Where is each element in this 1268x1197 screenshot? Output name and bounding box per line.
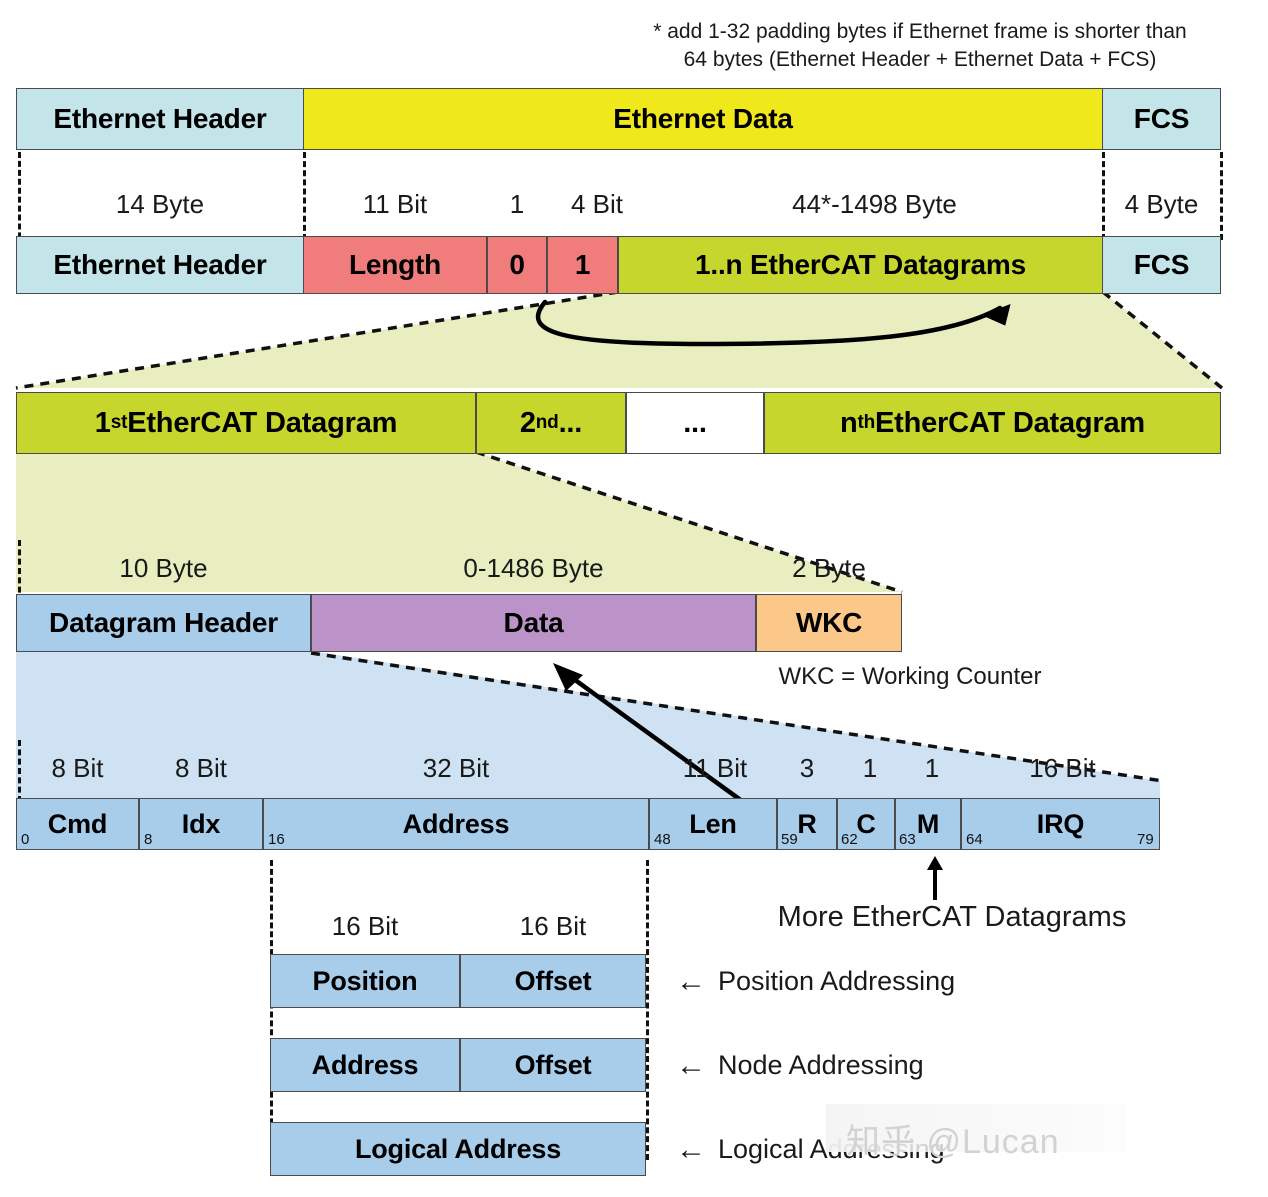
caption-node-addressing-text: Node Addressing — [718, 1050, 924, 1080]
size-reserved-bit: 1 — [509, 188, 525, 219]
size-datagram-header: 10 Byte — [119, 552, 208, 583]
datagram-1st-base: 1 — [94, 406, 111, 439]
more-datagrams-note: More EtherCAT Datagrams — [777, 900, 1127, 933]
datagram-nth-base: n — [839, 406, 858, 439]
size-m: 1 — [924, 752, 940, 783]
caption-logical-addressing: ← Logical Addressing — [676, 1134, 945, 1165]
cell-wkc: WKC — [756, 594, 902, 652]
bitindex-irq-start: 64 — [966, 831, 983, 848]
cell-datagram-header: Datagram Header — [16, 594, 311, 652]
size-type-field: 4 Bit — [570, 188, 624, 219]
size-fcs: 4 Byte — [1124, 188, 1199, 219]
bitindex-m: 63 — [899, 831, 916, 848]
bitindex-len: 48 — [654, 831, 671, 848]
bitindex-cmd: 0 — [21, 831, 30, 848]
bitindex-address: 16 — [268, 831, 285, 848]
left-arrow-icon-node: ← — [676, 1048, 706, 1082]
cell-node-address: Address — [270, 1038, 460, 1092]
left-arrow-icon-logical: ← — [676, 1132, 706, 1166]
size-offset: 16 Bit — [519, 910, 587, 941]
funnel-ethernet-to-datagrams — [15, 292, 1224, 390]
cell-ethercat-datagrams: 1..n EtherCAT Datagrams — [618, 236, 1103, 294]
size-wkc: 2 Byte — [792, 552, 866, 583]
size-irq: 16 Bit — [1029, 752, 1096, 783]
datagram-1st-tail: EtherCAT Datagram — [127, 406, 398, 439]
size-data: 0-1486 Byte — [463, 552, 604, 583]
size-cmd: 8 Bit — [51, 752, 104, 783]
cell-length: Length — [303, 236, 487, 294]
cell-irq: IRQ — [961, 798, 1160, 850]
cell-datagram-1st: 1st EtherCAT Datagram — [16, 392, 476, 454]
size-len: 11 Bit — [682, 752, 748, 783]
datagram-2nd-tail: ... — [558, 406, 583, 439]
caption-position-addressing: ← Position Addressing — [676, 966, 955, 997]
datagram-nth-tail: EtherCAT Datagram — [875, 406, 1146, 439]
cell-fcs-bottom: FCS — [1102, 236, 1221, 294]
size-c: 1 — [862, 752, 878, 783]
cell-fcs-top: FCS — [1102, 88, 1221, 150]
cell-address: Address — [263, 798, 649, 850]
cell-position: Position — [270, 954, 460, 1008]
bitindex-c: 62 — [841, 831, 858, 848]
caption-position-addressing-text: Position Addressing — [718, 966, 956, 996]
size-address: 32 Bit — [422, 752, 490, 783]
bitindex-irq-end: 79 — [1137, 831, 1154, 848]
cell-ethernet-header-bottom: Ethernet Header — [16, 236, 304, 294]
cell-type-one: 1 — [547, 236, 618, 294]
datagram-2nd-base: 2 — [519, 406, 536, 439]
padding-footnote-line2: 64 bytes (Ethernet Header + Ethernet Dat… — [683, 48, 1157, 72]
size-ethercat-datagrams: 44*-1498 Byte — [792, 188, 957, 219]
size-position: 16 Bit — [331, 910, 399, 941]
bitindex-r: 59 — [781, 831, 798, 848]
datagram-nth-sup: th — [857, 412, 876, 433]
size-idx: 8 Bit — [174, 752, 228, 783]
datagram-2nd-sup: nd — [535, 412, 559, 433]
more-datagrams-arrow-icon — [927, 856, 943, 900]
datagram-1st-sup: st — [110, 412, 128, 433]
cell-logical-address: Logical Address — [270, 1122, 646, 1176]
cell-idx: Idx — [139, 798, 263, 850]
cell-ethernet-data: Ethernet Data — [303, 88, 1103, 150]
cell-ethernet-header-top: Ethernet Header — [16, 88, 304, 150]
cell-position-offset: Offset — [460, 954, 646, 1008]
wkc-legend: WKC = Working Counter — [778, 663, 1042, 690]
cell-node-offset: Offset — [460, 1038, 646, 1092]
caption-logical-addressing-text: Logical Addressing — [718, 1134, 945, 1164]
cell-reserved-zero: 0 — [487, 236, 547, 294]
cell-datagram-ellipsis: ... — [626, 392, 764, 454]
cell-cmd: Cmd — [16, 798, 139, 850]
size-ethernet-header: 14 Byte — [115, 188, 205, 219]
left-arrow-icon-position: ← — [676, 964, 706, 998]
caption-node-addressing: ← Node Addressing — [676, 1050, 924, 1081]
cell-datagram-nth: n th EtherCAT Datagram — [764, 392, 1221, 454]
cell-data: Data — [311, 594, 756, 652]
guide-address-right — [646, 860, 649, 1160]
bitindex-idx: 8 — [144, 831, 153, 848]
padding-footnote: * add 1-32 padding bytes if Ethernet fra… — [620, 18, 1220, 75]
cell-datagram-2nd: 2nd... — [476, 392, 626, 454]
size-r: 3 — [799, 752, 815, 783]
ethercat-frame-diagram: * add 1-32 padding bytes if Ethernet fra… — [0, 0, 1268, 1197]
guide-address-left — [270, 860, 273, 1160]
size-length-field: 11 Bit — [362, 188, 428, 219]
padding-footnote-line1: * add 1-32 padding bytes if Ethernet fra… — [653, 20, 1187, 43]
